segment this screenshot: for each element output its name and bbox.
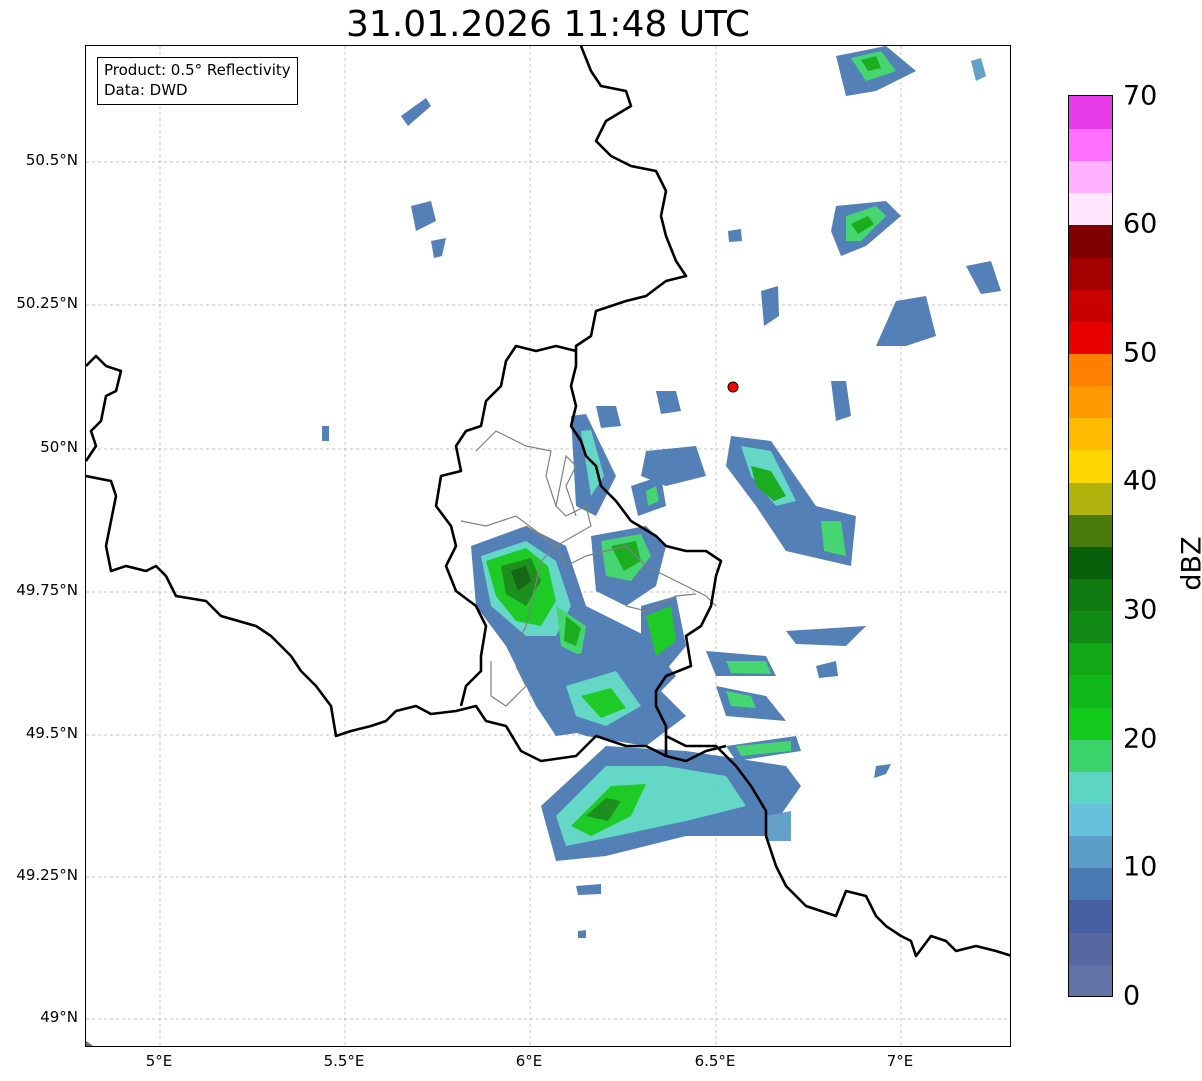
colorbar-segment [1069,738,1112,772]
colorbar-segment [1069,771,1112,804]
colorbar-tick-20: 20 [1123,723,1158,755]
lat-label-49-25: 49.25°N [16,866,78,884]
colorbar-segment [1069,803,1112,837]
colorbar-tick-70: 70 [1123,80,1158,112]
radar-site-marker [727,381,739,393]
product-label: Product: 0.5° Reflectivity [104,61,291,79]
product-info-box: Product: 0.5° Reflectivity Data: DWD [97,57,298,105]
colorbar-segment [1069,513,1112,547]
colorbar-segment [1069,610,1112,644]
data-source-label: Data: DWD [104,81,188,99]
colorbar-segment [1069,224,1112,258]
colorbar-segment [1069,417,1112,451]
radar-map [85,45,1011,1047]
colorbar-tick-40: 40 [1123,465,1158,497]
colorbar-segment [1069,706,1112,740]
colorbar-segment [1069,96,1112,129]
colorbar [1068,95,1113,997]
colorbar-segment [1069,288,1112,322]
colorbar-label: dBZ [1176,536,1202,591]
map-canvas [86,46,1010,1046]
lon-label-5-5: 5.5°E [323,1052,365,1070]
lat-label-49-75: 49.75°N [16,581,78,599]
colorbar-tick-60: 60 [1123,208,1158,240]
colorbar-tick-10: 10 [1123,851,1158,883]
colorbar-segment [1069,931,1112,965]
colorbar-tick-30: 30 [1123,594,1158,626]
colorbar-segment [1069,546,1112,579]
colorbar-segment [1069,481,1112,515]
lat-label-49-5: 49.5°N [25,724,78,742]
colorbar-segment [1069,835,1112,869]
map-title: 31.01.2026 11:48 UTC [345,4,751,45]
colorbar-segment [1069,899,1112,933]
lat-label-49: 49°N [40,1008,78,1026]
colorbar-segment [1069,256,1112,290]
colorbar-segment [1069,578,1112,612]
colorbar-segment [1069,385,1112,419]
map-corner-fragment [86,1041,94,1046]
colorbar-segment [1069,963,1112,996]
lat-label-50-5: 50.5°N [25,151,78,169]
colorbar-tick-0: 0 [1123,980,1141,1012]
colorbar-segment [1069,192,1112,226]
lon-label-7: 7°E [886,1052,914,1070]
colorbar-segment [1069,642,1112,676]
colorbar-segment [1069,674,1112,708]
lat-label-50: 50°N [40,438,78,456]
lon-label-6: 6°E [515,1052,543,1070]
colorbar-segment [1069,160,1112,194]
colorbar-segment [1069,128,1112,162]
lon-label-5: 5°E [145,1052,173,1070]
colorbar-segment [1069,449,1112,483]
colorbar-segment [1069,321,1112,354]
lat-label-50-25: 50.25°N [16,294,78,312]
lon-label-6-5: 6.5°E [694,1052,736,1070]
colorbar-segment [1069,353,1112,387]
colorbar-segment [1069,867,1112,901]
colorbar-tick-50: 50 [1123,337,1158,369]
